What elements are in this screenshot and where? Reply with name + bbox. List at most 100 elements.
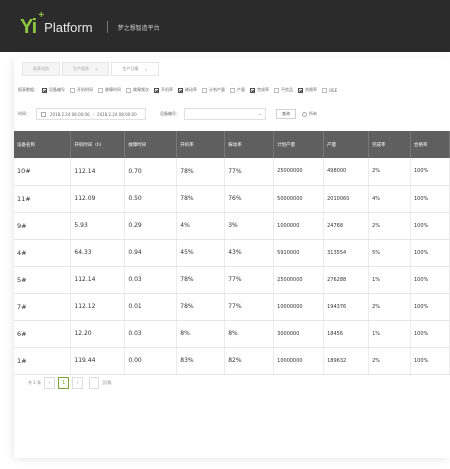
- checkbox-icon[interactable]: [230, 87, 235, 93]
- table-header-row: 设备名称 开机时间（h） 故障时间 开机率 稼动率 计划产量 产量 完成率 合格…: [14, 131, 450, 158]
- filter-completion[interactable]: 完成率: [250, 87, 269, 93]
- col-output[interactable]: 产量: [323, 131, 370, 158]
- cell: 0.50: [124, 185, 178, 213]
- device-select[interactable]: ⌄: [184, 108, 266, 120]
- cell: 2%: [368, 293, 411, 321]
- filter-fault-count[interactable]: 故障频次: [126, 87, 149, 93]
- checkbox-icon[interactable]: [70, 87, 75, 93]
- end-date: 2018.2.24 08:00:00: [97, 111, 137, 117]
- cell: 2%: [368, 158, 411, 186]
- cell: 77%: [224, 293, 275, 321]
- filter-defects[interactable]: 不良品: [274, 87, 293, 93]
- col-run-time[interactable]: 开机时间（h）: [70, 131, 126, 158]
- filter-pass-rate[interactable]: 合格率: [298, 87, 317, 93]
- logo-text: Platform: [44, 19, 93, 35]
- col-run-rate[interactable]: 开机率: [176, 131, 226, 158]
- tab-label: 生产日报: [122, 66, 139, 71]
- table-row[interactable]: 11# 112.09 0.50 78% 76% 50000000 2010060 4% 100%: [14, 185, 450, 213]
- radio-all[interactable]: 所有: [302, 111, 317, 117]
- platform-name: 梦之想智造平台: [117, 24, 160, 32]
- query-button[interactable]: 查询: [276, 109, 296, 119]
- query-row: 时间： 2018.2.24 08:00:00 - 2018.2.24 08:00…: [18, 105, 317, 123]
- prev-page-button[interactable]: ‹: [44, 377, 56, 389]
- next-page-button[interactable]: ›: [72, 377, 84, 389]
- col-completion[interactable]: 完成率: [368, 131, 411, 158]
- tab-daily-report[interactable]: 生产日报 ×: [111, 62, 159, 76]
- cell: 0.00: [124, 347, 178, 375]
- col-planned-output[interactable]: 计划产量: [273, 131, 325, 158]
- checkbox-icon[interactable]: [274, 87, 279, 93]
- date-range-picker[interactable]: 2018.2.24 08:00:00 - 2018.2.24 08:00:00: [36, 108, 146, 120]
- tab-report-nav[interactable]: 报表导航: [22, 62, 60, 76]
- checkbox-checked-icon[interactable]: [42, 87, 47, 93]
- col-pass-rate[interactable]: 合格率: [410, 131, 450, 158]
- checkbox-icon[interactable]: [98, 87, 103, 93]
- cell: 112.12: [70, 293, 126, 321]
- checkbox-checked-icon[interactable]: [298, 87, 303, 93]
- cell: 12.20: [70, 320, 126, 348]
- cell: 100%: [410, 158, 450, 186]
- filter-planned-output[interactable]: 计划产量: [202, 87, 225, 93]
- cell: 50000000: [273, 185, 325, 213]
- filter-fault-time[interactable]: 故障时间: [98, 87, 121, 93]
- cell: 100%: [410, 185, 450, 213]
- checkbox-checked-icon[interactable]: [250, 87, 255, 93]
- table-row[interactable]: 4# 64.33 0.94 45% 43% 5910000 313554 5% 100%: [14, 239, 450, 267]
- cell: 0.03: [124, 266, 178, 294]
- cell: 100%: [410, 347, 450, 375]
- cell: 4%: [368, 185, 411, 213]
- cell: 119.44: [70, 347, 126, 375]
- cell: 10000000: [273, 347, 325, 375]
- table-row[interactable]: 5# 112.14 0.03 78% 77% 25000000 276288 1% 100%: [14, 266, 450, 294]
- cell: 100%: [410, 293, 450, 321]
- tab-production-report[interactable]: 生产报表 ×: [62, 62, 110, 76]
- goto-page-input[interactable]: [89, 377, 100, 389]
- table-row[interactable]: 9# 5.93 0.29 4% 3% 1000000 24768 2% 100%: [14, 212, 450, 240]
- total-count: 共 1 条: [28, 380, 42, 385]
- filter-output[interactable]: 产量: [230, 87, 245, 93]
- table-row[interactable]: 1# 119.44 0.00 83% 82% 10000000 189632 2% 100%: [14, 347, 450, 375]
- cell: 6#: [14, 320, 72, 348]
- cell: 2010060: [323, 185, 370, 213]
- cell: 83%: [176, 347, 226, 375]
- filter-run-rate[interactable]: 开机率: [154, 87, 173, 93]
- filter-device-no[interactable]: 设备编号: [42, 87, 65, 93]
- cell: 78%: [176, 266, 226, 294]
- app-logo[interactable]: Yi + Platform 梦之想智造平台: [20, 9, 160, 40]
- cell: 1#: [14, 347, 72, 375]
- col-device-name[interactable]: 设备名称: [14, 131, 72, 158]
- checkbox-icon[interactable]: [202, 87, 207, 93]
- cell: 2%: [368, 212, 411, 240]
- close-icon[interactable]: ×: [144, 67, 147, 72]
- cell: 18456: [323, 320, 370, 348]
- checkbox-icon[interactable]: [322, 87, 327, 93]
- table-row[interactable]: 10# 112.14 0.70 78% 77% 25000000 498000 2% 100%: [14, 158, 450, 186]
- filters-label: 报表数据：: [18, 87, 38, 92]
- radio-icon[interactable]: [302, 111, 307, 117]
- cell: 0.94: [124, 239, 178, 267]
- logo-mark: Yi +: [20, 9, 44, 38]
- cell: 11#: [14, 185, 72, 213]
- cell: 25000000: [273, 158, 325, 186]
- close-icon[interactable]: ×: [95, 67, 98, 72]
- cell: 313554: [323, 239, 370, 267]
- cell: 112.14: [70, 266, 126, 294]
- checkbox-checked-icon[interactable]: [154, 87, 159, 93]
- filter-run-time[interactable]: 开机时间: [70, 87, 93, 93]
- col-utilization[interactable]: 稼动率: [224, 131, 275, 158]
- table-row[interactable]: 6# 12.20 0.03 8% 8% 3000000 18456 1% 100%: [14, 320, 450, 348]
- cell: 82%: [224, 347, 275, 375]
- logo-plus-icon: +: [38, 9, 44, 21]
- cell: 5%: [368, 239, 411, 267]
- tab-label: 生产报表: [73, 66, 89, 71]
- filter-oee[interactable]: OEE: [322, 87, 337, 93]
- checkbox-checked-icon[interactable]: [178, 87, 183, 93]
- chevron-down-icon: ⌄: [257, 111, 262, 117]
- table-row[interactable]: 7# 112.12 0.01 78% 77% 10000000 194376 2% 100%: [14, 293, 450, 321]
- page-button-current[interactable]: 1: [58, 377, 70, 389]
- checkbox-icon[interactable]: [126, 87, 131, 93]
- col-fault-time[interactable]: 故障时间: [124, 131, 178, 158]
- filter-utilization[interactable]: 稼动率: [178, 87, 197, 93]
- cell: 100%: [410, 239, 450, 267]
- logo-divider: [106, 21, 108, 33]
